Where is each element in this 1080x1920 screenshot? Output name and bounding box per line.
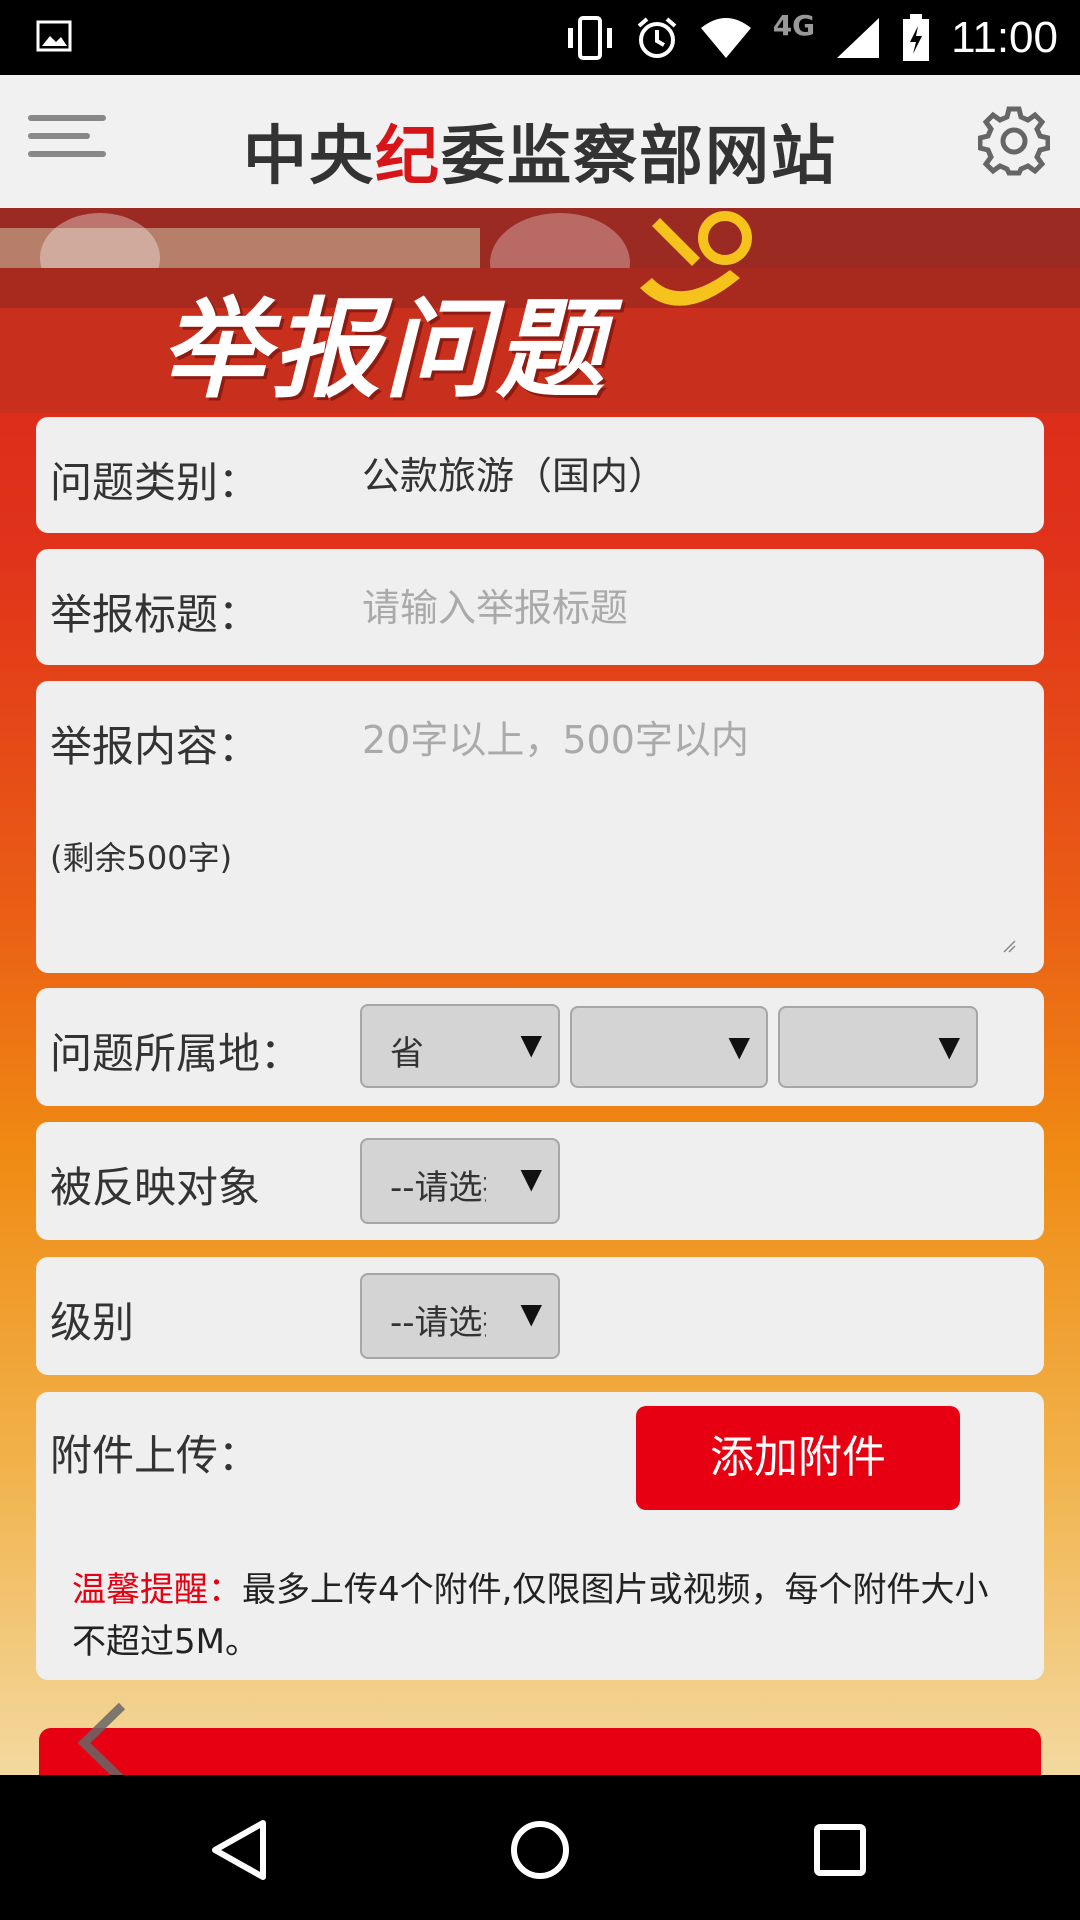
chevron-down-icon: ▼ bbox=[728, 1030, 750, 1063]
report-content-textarea[interactable]: 20字以上，500字以内 bbox=[362, 709, 749, 764]
attachment-tip: 温馨提醒：最多上传4个附件,仅限图片或视频，每个附件大小不超过5M。 bbox=[72, 1564, 1012, 1668]
alarm-icon bbox=[637, 16, 677, 58]
report-title-row: 举报标题： 请输入举报标题 bbox=[36, 549, 1044, 665]
level-label: 级别 bbox=[50, 1298, 135, 1347]
report-form-page: 举报问题 问题类别： 公款旅游（国内） 举报标题： 请输入举报标题 举报内容： … bbox=[0, 208, 1080, 1775]
chevron-down-icon: ▼ bbox=[520, 1162, 542, 1195]
resize-handle-icon[interactable] bbox=[1002, 939, 1016, 953]
attachment-row: 附件上传： 添加附件 温馨提醒：最多上传4个附件,仅限图片或视频，每个附件大小不… bbox=[36, 1392, 1044, 1680]
category-label: 问题类别： bbox=[50, 458, 261, 507]
category-value[interactable]: 公款旅游（国内） bbox=[362, 445, 666, 500]
back-icon[interactable] bbox=[205, 1815, 275, 1885]
city-select[interactable]: ▼ bbox=[570, 1006, 768, 1088]
report-content-label: 举报内容： bbox=[50, 722, 261, 771]
location-label: 问题所属地： bbox=[50, 1029, 303, 1078]
app-header: 中央纪委监察部网站 bbox=[0, 75, 1080, 209]
remaining-count: (剩余500字) bbox=[50, 839, 233, 877]
navigation-bar bbox=[0, 1775, 1080, 1920]
banner-title: 举报问题 bbox=[160, 288, 609, 413]
wifi-icon bbox=[700, 17, 751, 58]
chevron-down-icon: ▼ bbox=[520, 1028, 542, 1061]
clock: 11:00 bbox=[951, 12, 1058, 62]
target-label: 被反映对象 bbox=[50, 1163, 261, 1212]
district-select[interactable]: ▼ bbox=[778, 1006, 978, 1088]
add-attachment-button[interactable]: 添加附件 bbox=[636, 1406, 960, 1510]
page-title: 中央纪委监察部网站 bbox=[243, 119, 837, 194]
party-emblem-icon bbox=[640, 211, 752, 306]
status-bar: 4G 11:00 bbox=[0, 0, 1080, 75]
attachment-label: 附件上传： bbox=[50, 1431, 261, 1480]
level-row: 级别 --请选择▼ bbox=[36, 1257, 1044, 1375]
gear-icon[interactable] bbox=[978, 105, 1050, 177]
report-title-input[interactable]: 请输入举报标题 bbox=[362, 577, 628, 632]
target-select[interactable]: --请选择▼ bbox=[360, 1138, 560, 1224]
back-arrow-icon[interactable] bbox=[72, 1698, 132, 1775]
chevron-down-icon: ▼ bbox=[938, 1030, 960, 1063]
battery-icon bbox=[903, 13, 930, 61]
location-row: 问题所属地： 省 ▼ ▼ ▼ bbox=[36, 988, 1044, 1106]
signal-icon bbox=[837, 17, 880, 58]
image-icon bbox=[36, 20, 72, 52]
province-select[interactable]: 省 ▼ bbox=[360, 1004, 560, 1088]
home-icon[interactable] bbox=[505, 1815, 575, 1885]
banner: 举报问题 bbox=[0, 208, 1080, 413]
target-row: 被反映对象 --请选择▼ bbox=[36, 1122, 1044, 1240]
chevron-down-icon: ▼ bbox=[520, 1297, 542, 1330]
level-select[interactable]: --请选择▼ bbox=[360, 1273, 560, 1359]
network-type: 4G bbox=[772, 9, 816, 42]
vibrate-icon bbox=[567, 15, 612, 60]
submit-button[interactable]: 提交 bbox=[39, 1728, 1041, 1775]
report-title-label: 举报标题： bbox=[50, 590, 261, 639]
category-row[interactable]: 问题类别： 公款旅游（国内） bbox=[36, 417, 1044, 533]
report-content-row: 举报内容： 20字以上，500字以内 (剩余500字) bbox=[36, 681, 1044, 973]
recents-icon[interactable] bbox=[805, 1815, 875, 1885]
tip-label: 温馨提醒： bbox=[72, 1570, 242, 1610]
